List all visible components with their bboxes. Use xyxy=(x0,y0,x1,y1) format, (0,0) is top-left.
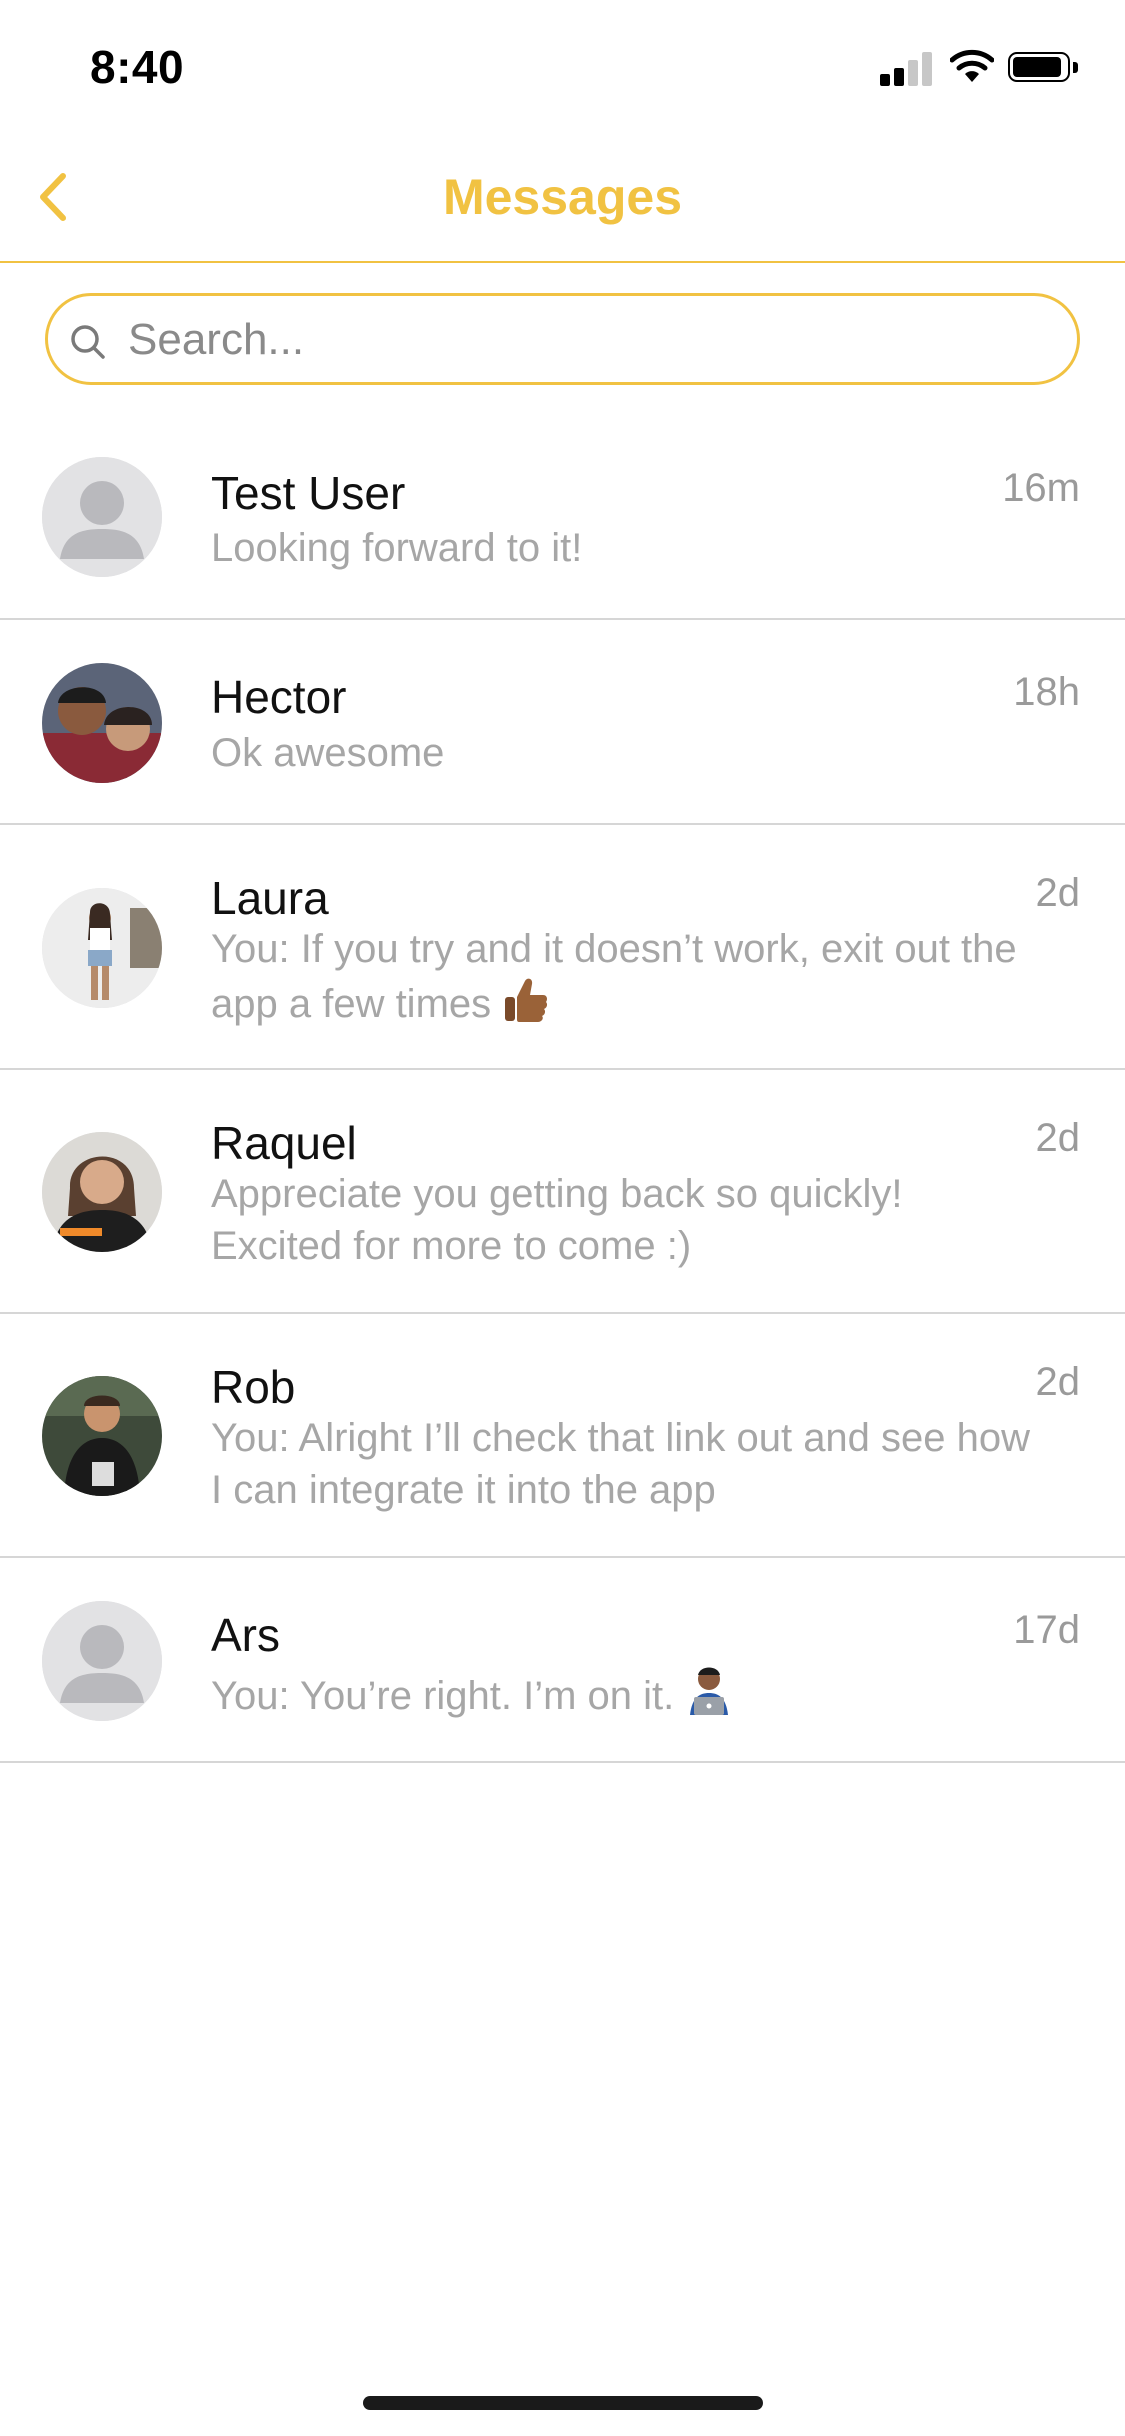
conversation-item[interactable]: Hector 18h Ok awesome xyxy=(0,620,1125,825)
thumbs-up-icon xyxy=(501,975,549,1038)
conversation-preview: Appreciate you getting back so quickly! … xyxy=(211,1172,903,1268)
conversation-preview: Ok awesome xyxy=(211,731,445,775)
home-indicator xyxy=(363,2396,763,2410)
page-title: Messages xyxy=(442,169,683,225)
conversation-timestamp: 16m xyxy=(1002,466,1080,510)
navigation-bar: Messages xyxy=(0,132,1125,263)
conversation-preview-text: You: If you try and it doesn’t work, exi… xyxy=(211,927,1017,1026)
contact-photo-avatar xyxy=(42,663,162,783)
technologist-icon xyxy=(684,1665,734,1730)
conversation-preview: You: Alright I’ll check that link out an… xyxy=(211,1416,1031,1512)
conversation-timestamp: 2d xyxy=(1035,1116,1081,1160)
conversation-timestamp: 17d xyxy=(1013,1608,1080,1652)
status-bar: 8:40 xyxy=(0,0,1125,132)
conversation-name: Hector xyxy=(211,671,347,723)
search-icon xyxy=(71,325,105,359)
wifi-icon xyxy=(949,48,995,84)
contact-photo-avatar xyxy=(42,1132,162,1252)
conversation-preview-text: You: You’re right. I’m on it. xyxy=(211,1674,675,1718)
default-avatar-icon xyxy=(42,457,162,577)
conversation-item[interactable]: Raquel 2d Appreciate you getting back so… xyxy=(0,1070,1125,1314)
conversation-item[interactable]: Rob 2d You: Alright I’ll check that link… xyxy=(0,1314,1125,1558)
conversation-name: Laura xyxy=(211,872,329,924)
conversation-timestamp: 2d xyxy=(1035,871,1081,915)
conversation-name: Ars xyxy=(211,1609,280,1661)
conversation-timestamp: 18h xyxy=(1013,670,1080,714)
conversation-name: Test User xyxy=(211,467,406,519)
conversation-preview: You: If you try and it doesn’t work, exi… xyxy=(211,923,1041,1038)
conversation-timestamp: 2d xyxy=(1035,1360,1081,1404)
search-bar[interactable] xyxy=(45,293,1080,385)
conversation-list: Test User 16m Looking forward to it! Hec… xyxy=(0,410,1125,1763)
conversation-name: Rob xyxy=(211,1361,296,1413)
conversation-preview: Looking forward to it! xyxy=(211,526,583,570)
battery-icon xyxy=(1008,52,1082,86)
search-input[interactable] xyxy=(126,306,1050,374)
cellular-signal-icon xyxy=(880,50,936,86)
conversation-preview: You: You’re right. I’m on it. xyxy=(211,1665,1041,1730)
conversation-item[interactable]: Ars 17d You: You’re right. I’m on it. xyxy=(0,1558,1125,1763)
contact-photo-avatar xyxy=(42,888,162,1008)
conversation-item[interactable]: Laura 2d You: If you try and it doesn’t … xyxy=(0,825,1125,1070)
contact-photo-avatar xyxy=(42,1376,162,1496)
conversation-name: Raquel xyxy=(211,1117,357,1169)
default-avatar-icon xyxy=(42,1601,162,1721)
status-time: 8:40 xyxy=(90,41,185,93)
conversation-item[interactable]: Test User 16m Looking forward to it! xyxy=(0,410,1125,620)
